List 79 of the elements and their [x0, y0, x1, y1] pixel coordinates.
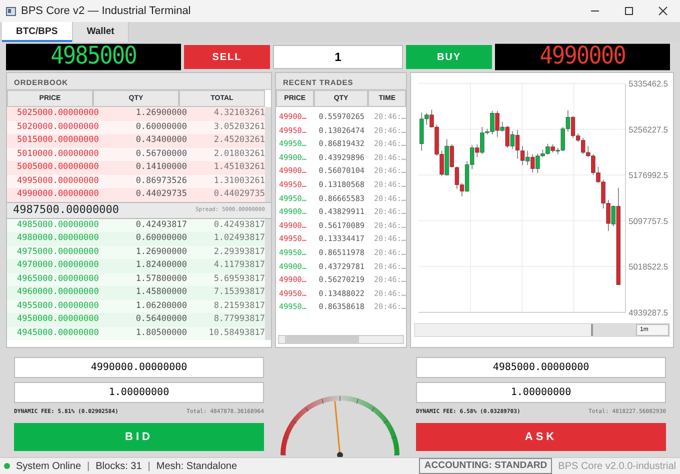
axis-label: 4939287.5 [628, 308, 668, 318]
price-cell-text: 4975000.00000000 [16, 246, 100, 258]
ask-button[interactable]: ASK [416, 423, 666, 451]
accounting-mode: ACCOUNTING: STANDARD [419, 458, 552, 474]
qty-cell-text: 0.14100000 [134, 161, 187, 174]
total-cell-text: 1.45103261 [212, 161, 265, 174]
amount-field[interactable]: 1.00000000 [14, 382, 264, 403]
axis-label: 5335462.5 [628, 78, 668, 89]
horizontal-scrollbar[interactable] [591, 324, 636, 336]
qty-cell-text: 0.56400000 [134, 313, 187, 326]
axis-label: 5176992.5 [628, 170, 668, 180]
price-cell-text: 4965000.00000000 [16, 272, 100, 286]
total-cell-text: 0.44029735 [212, 188, 265, 201]
qty-cell-text: 0.60000000 [134, 232, 187, 245]
qty-cell-text: 0.44029735 [134, 188, 187, 201]
price-cell-text: 4970000.00000000 [16, 259, 100, 272]
version-label: BPS Core v2.0.0-industrial [558, 460, 676, 474]
price-cell-text: 5005000.00000000 [16, 161, 100, 174]
blocks-count: Blocks: 31 [96, 460, 142, 474]
amount-field[interactable]: 1.00000000 [416, 382, 666, 403]
total-cell-text: 8.21593817 [212, 300, 265, 312]
axis-label: 5256227.5 [628, 124, 668, 134]
price-cell-text: 5010000.00000000 [16, 148, 100, 160]
total-cell-text: 4.11793817 [212, 259, 265, 272]
axis-label: 5097757.5 [628, 216, 668, 226]
total-cell-text: 8.77993817 [212, 313, 265, 326]
price-cell-text: 5020000.00000000 [16, 120, 100, 134]
qty-cell-text: 0.43400000 [134, 134, 187, 147]
sell-button[interactable]: SELL [184, 45, 270, 69]
price-cell-text: 4950000.00000000 [16, 313, 100, 326]
total-cell-text: 10.58493817 [208, 326, 265, 340]
horizontal-scrollbar[interactable] [278, 335, 404, 344]
separator: | [148, 460, 150, 474]
total-cell-text: 3.05203261 [212, 120, 265, 134]
total-cell-text: 0.42493817 [212, 218, 265, 232]
price-cell-text: 4990000.00000000 [16, 188, 100, 201]
price-display: 4990000 [495, 44, 670, 70]
axis-label: 5018522.5 [628, 262, 668, 272]
close-icon [658, 6, 668, 16]
tab[interactable]: Wallet [72, 22, 130, 42]
window-title: BPS Core v2 — Industrial Terminal [21, 4, 192, 19]
price-display: 4985000 [6, 44, 181, 70]
qty-cell-text: 1.26900000 [134, 107, 187, 120]
total-cell-text: 2.29393817 [212, 246, 265, 258]
total-cell-text: 1.02493817 [212, 232, 265, 245]
qty-cell-text: 1.45800000 [134, 286, 187, 299]
price-cell-text: 4960000.00000000 [16, 286, 100, 299]
price-cell-text: 5025000.00000000 [16, 107, 100, 120]
price-cell-text: 4985000.00000000 [16, 218, 100, 232]
total-cell-text: 4.32103261 [212, 107, 265, 120]
qty-cell-text: 0.42493817 [134, 218, 187, 232]
status-text: System Online [16, 460, 82, 474]
qty-cell-text: 0.56700000 [134, 148, 187, 160]
price-field[interactable]: 4985000.00000000 [416, 357, 666, 378]
separator: | [87, 460, 90, 474]
app-icon [6, 6, 16, 16]
price-cell-text: 4955000.00000000 [16, 300, 100, 312]
qty-cell-text: 1.06200000 [134, 300, 187, 312]
total-cell-text: 1.31003261 [212, 174, 265, 188]
mid-price: 4987500.00000000 [13, 202, 119, 218]
total-cell-text: 2.45203261 [212, 134, 265, 147]
qty-cell-text: 1.80500000 [134, 326, 187, 340]
price-cell-text: 5015000.00000000 [16, 134, 100, 147]
price-cell-text: 4995000.00000000 [16, 174, 100, 188]
tab[interactable]: BTC/BPS [2, 22, 73, 42]
total-cell-text: 5.69593817 [212, 272, 265, 286]
price-field[interactable]: 4990000.00000000 [14, 357, 264, 378]
qty-cell-text: 0.60000000 [134, 120, 187, 134]
maximize-icon [624, 6, 634, 16]
price-cell-text: 4945000.00000000 [16, 326, 100, 340]
total-cell-text: 2.01803261 [212, 148, 265, 160]
qty-cell-text: 1.82400000 [134, 259, 187, 272]
qty-cell-text: 1.57800000 [134, 272, 187, 286]
price-cell-text: 4980000.00000000 [16, 232, 100, 245]
quantity-field[interactable]: 1 [273, 45, 403, 69]
qty-cell-text: 0.86973526 [134, 174, 187, 188]
qty-cell-text: 1.26900000 [134, 246, 187, 258]
total-cell-text: 7.15393817 [212, 286, 265, 299]
mesh-status: Mesh: Standalone [156, 460, 238, 474]
